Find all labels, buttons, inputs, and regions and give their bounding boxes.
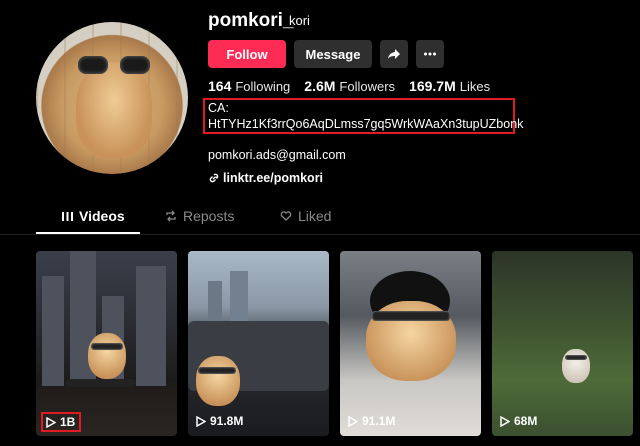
video-views-count: 91.8M <box>210 414 244 428</box>
grid-icon <box>62 211 73 221</box>
followers-count: 2.6M <box>304 78 336 94</box>
profile-avatar <box>36 22 188 174</box>
tab-videos[interactable]: Videos <box>62 208 125 224</box>
video-views: 91.1M <box>348 414 395 428</box>
tab-liked-label: Liked <box>298 208 332 224</box>
followers-stat[interactable]: 2.6M Followers <box>304 78 395 94</box>
video-views-count: 68M <box>514 414 538 428</box>
followers-label: Followers <box>339 79 396 94</box>
tab-videos-label: Videos <box>79 208 125 224</box>
following-stat[interactable]: 164 Following <box>208 78 290 94</box>
play-icon <box>196 415 206 427</box>
video-views-count: 1B <box>60 415 76 429</box>
bio-link[interactable]: linktr.ee/pomkori <box>208 171 323 185</box>
share-icon <box>388 49 400 59</box>
bio-contract-address: HtTYHz1Kf3rrQo6AqDLmss7gq5WrkWAaXn3tupUZ… <box>208 117 524 131</box>
bio-email: pomkori.ads@gmail.com <box>208 148 346 162</box>
tab-reposts[interactable]: Reposts <box>165 208 234 224</box>
username: pomkori_ <box>208 10 294 31</box>
tab-reposts-label: Reposts <box>183 208 235 224</box>
play-icon <box>500 415 510 427</box>
video-views: 68M <box>500 414 537 428</box>
video-thumbnail-1[interactable]: 1B <box>36 251 177 436</box>
follow-button[interactable]: Follow <box>208 40 286 68</box>
bio-link-text: linktr.ee/pomkori <box>223 171 324 185</box>
likes-label: Likes <box>459 79 491 94</box>
following-label: Following <box>235 79 291 94</box>
profile-stats: 164 Following 2.6M Followers 169.7M Likes <box>208 78 490 94</box>
nickname: kori <box>289 13 310 28</box>
video-thumbnail-2[interactable]: 91.8M <box>188 251 329 436</box>
video-views: 91.8M <box>196 414 243 428</box>
video-views: 1B <box>41 412 82 432</box>
likes-count: 169.7M <box>409 78 456 94</box>
message-button[interactable]: Message <box>294 40 372 68</box>
tabs-divider <box>0 234 640 235</box>
following-count: 164 <box>208 78 232 94</box>
video-thumbnail-4[interactable]: 68M <box>492 251 633 436</box>
more-options-button[interactable] <box>416 40 444 68</box>
repost-icon <box>166 210 176 222</box>
likes-stat: 169.7M Likes <box>409 78 490 94</box>
more-icon <box>424 52 436 56</box>
share-button[interactable] <box>380 40 408 68</box>
liked-icon <box>280 211 292 221</box>
tab-liked[interactable]: Liked <box>280 208 331 224</box>
bio-line-1: CA: <box>208 101 229 115</box>
play-icon <box>348 415 358 427</box>
video-thumbnail-3[interactable]: 91.1M <box>340 251 481 436</box>
video-views-count: 91.1M <box>362 414 396 428</box>
play-icon <box>46 416 56 428</box>
link-icon <box>209 173 219 183</box>
